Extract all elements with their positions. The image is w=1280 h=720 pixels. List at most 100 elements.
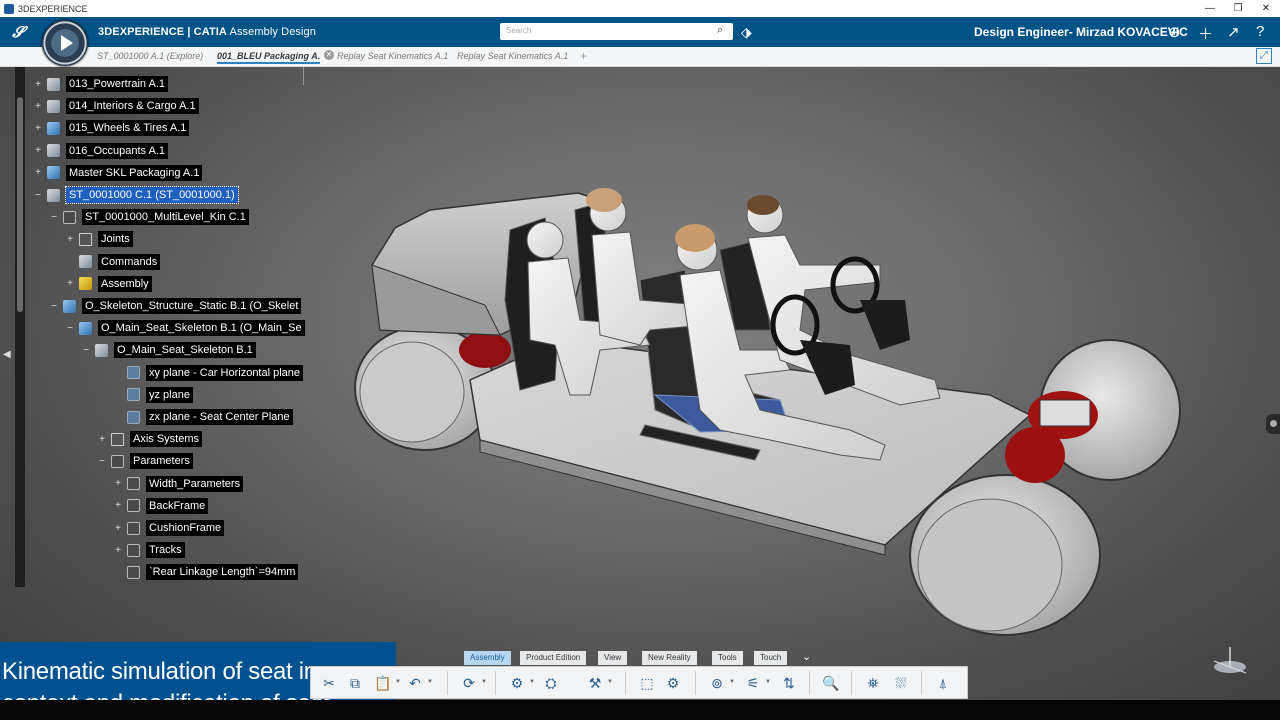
tree-node[interactable]: +014_Interiors & Cargo A.1	[32, 97, 199, 115]
view-compass-icon[interactable]	[1210, 645, 1250, 675]
section-tab-view[interactable]: View	[598, 651, 628, 665]
tree-node[interactable]: − ST_0001000 C.1 (ST_0001000.1)	[32, 186, 239, 204]
expand-node-icon[interactable]: +	[32, 79, 44, 90]
explode-icon[interactable]: ⍋	[933, 673, 953, 693]
collapse-node-icon[interactable]: −	[48, 212, 60, 223]
dropdown-caret-icon[interactable]: ▼	[481, 679, 487, 685]
close-tab-icon[interactable]: ✕	[324, 50, 334, 60]
tag-icon[interactable]: ⬗	[741, 24, 752, 41]
tree-node-label[interactable]: O_Main_Seat_Skeleton B.1	[114, 342, 256, 359]
constraint-icon[interactable]: ⚒ ▼	[585, 673, 613, 693]
collapse-node-icon[interactable]: −	[96, 456, 108, 467]
section-tab-assembly[interactable]: Assembly	[464, 651, 511, 665]
user-icon[interactable]: ⊕	[1168, 23, 1181, 41]
tree-node[interactable]: + Assembly	[64, 275, 152, 293]
section-icon[interactable]: ⛆	[891, 673, 911, 693]
mechanism-icon[interactable]: ⬚	[637, 673, 657, 693]
compass-tool-icon[interactable]: ⇅	[779, 673, 799, 693]
tree-node-label[interactable]: 015_Wheels & Tires A.1	[66, 120, 190, 137]
collapse-node-icon[interactable]: −	[80, 345, 92, 356]
tree-node-label[interactable]: zx plane - Seat Center Plane	[146, 409, 293, 425]
tree-node[interactable]: − O_Main_Seat_Skeleton B.1 (O_Main_Se	[64, 319, 305, 337]
dropdown-caret-icon[interactable]: ▼	[529, 679, 535, 685]
tree-node[interactable]: + CushionFrame	[112, 519, 225, 537]
tree-node-label[interactable]: `Rear Linkage Length`=94mm	[146, 564, 299, 581]
add-icon[interactable]: ＋	[1198, 23, 1213, 44]
tree-node[interactable]: + BackFrame	[112, 497, 209, 515]
tree-node-label[interactable]: ST_0001000 C.1 (ST_0001000.1)	[65, 186, 239, 204]
undo-icon[interactable]: ↶ ▼	[405, 673, 433, 693]
update-icon[interactable]: ⟳ ▼	[459, 673, 487, 693]
tree-node-label[interactable]: Commands	[98, 253, 161, 270]
collapse-node-icon[interactable]: −	[32, 190, 44, 201]
expand-node-icon[interactable]: +	[32, 123, 44, 134]
expand-node-icon[interactable]: +	[32, 101, 44, 112]
tree-node[interactable]: + Master SKL Packaging A.1	[32, 164, 203, 182]
minimize-button[interactable]: —	[1196, 3, 1224, 14]
restore-button[interactable]: ❐	[1224, 3, 1252, 14]
dropdown-caret-icon[interactable]: ▼	[427, 679, 433, 685]
tree-node-label[interactable]: 014_Interiors & Cargo A.1	[66, 98, 199, 115]
expand-node-icon[interactable]: +	[32, 145, 44, 156]
tree-node[interactable]: − O_Main_Seat_Skeleton B.1	[80, 341, 256, 359]
section-tab-touch[interactable]: Touch	[754, 651, 788, 665]
tree-node[interactable]: `Rear Linkage Length`=94mm	[112, 563, 299, 581]
copy-icon[interactable]: ⧉	[345, 673, 365, 693]
3d-viewport[interactable]: ◀ +013_Powertrain A.1 +014_Interiors & Ca…	[0, 67, 1280, 700]
tree-node[interactable]: + Tracks	[112, 541, 185, 559]
tree-node[interactable]: yz plane	[112, 386, 193, 404]
expand-node-icon[interactable]: +	[32, 167, 44, 178]
user-name[interactable]: Design Engineer- Mirzad KOVACEVIC	[974, 25, 1188, 39]
tree-node-label[interactable]: yz plane	[146, 386, 193, 403]
tree-node-label[interactable]: ST_0001000_MultiLevel_Kin C.1	[82, 209, 249, 226]
collapse-node-icon[interactable]: −	[64, 323, 76, 334]
engineering-connection-icon[interactable]: ⛭	[541, 673, 561, 693]
side-panel-handle[interactable]	[1266, 414, 1280, 434]
tree-node[interactable]: − Parameters	[96, 452, 193, 470]
tab-replay-2[interactable]: Replay Seat Kinematics A.1	[457, 51, 568, 61]
tree-node[interactable]: +015_Wheels & Tires A.1	[32, 119, 190, 137]
tree-node-label[interactable]: 016_Occupants A.1	[66, 142, 169, 159]
tree-node[interactable]: + Axis Systems	[96, 430, 203, 448]
tree-node-label[interactable]: Assembly	[98, 275, 152, 292]
tree-node-label[interactable]: Width_Parameters	[146, 475, 244, 492]
share-icon[interactable]: ↗	[1227, 23, 1240, 41]
tree-node[interactable]: − ST_0001000_MultiLevel_Kin C.1	[48, 208, 249, 226]
tree-node[interactable]: zx plane - Seat Center Plane	[112, 408, 293, 426]
tree-node-label[interactable]: 013_Powertrain A.1	[66, 76, 169, 92]
paste-icon[interactable]: 📋 ▼	[373, 673, 401, 693]
maximize-viewer-icon[interactable]: ⤢	[1256, 48, 1272, 64]
search-icon[interactable]: ⌕	[717, 25, 728, 36]
measure-icon[interactable]: ⛯	[863, 673, 883, 693]
snap-icon[interactable]: ⊚ ▼	[707, 673, 735, 693]
more-sections-icon[interactable]: ⌄	[802, 651, 811, 663]
tab-replay-1[interactable]: Replay Seat Kinematics A.1	[337, 51, 448, 61]
tree-node[interactable]: +013_Powertrain A.1	[32, 75, 169, 93]
ds-logo-icon[interactable]: 𝓢	[0, 24, 36, 41]
kinematics-icon[interactable]: ⚙	[663, 673, 683, 693]
tree-node-label[interactable]: CushionFrame	[146, 520, 225, 536]
tree-node-label[interactable]: Axis Systems	[130, 431, 203, 448]
tree-node-label[interactable]: Master SKL Packaging A.1	[66, 164, 203, 181]
section-tab-product-edition[interactable]: Product Edition	[520, 651, 587, 665]
tree-node[interactable]: + Joints	[64, 230, 133, 248]
dropdown-caret-icon[interactable]: ▼	[607, 679, 613, 685]
expand-node-icon[interactable]: +	[112, 523, 124, 534]
compass-play-button[interactable]	[42, 20, 88, 66]
tree-node[interactable]: +016_Occupants A.1	[32, 142, 169, 160]
tree-node-label[interactable]: Tracks	[146, 542, 185, 559]
dropdown-caret-icon[interactable]: ▼	[765, 679, 771, 685]
tree-node-label[interactable]: Joints	[98, 231, 133, 248]
insert-component-icon[interactable]: ⚙ ▼	[507, 673, 535, 693]
tree-node[interactable]: − O_Skeleton_Structure_Static B.1 (O_Skel…	[48, 297, 302, 315]
section-tab-tools[interactable]: Tools	[712, 651, 743, 665]
tree-node[interactable]: Commands	[64, 253, 161, 271]
tree-node[interactable]: xy plane - Car Horizontal plane	[112, 364, 304, 382]
search-input[interactable]: Search ⌕	[500, 23, 733, 40]
dropdown-caret-icon[interactable]: ▼	[395, 679, 401, 685]
tree-node-label[interactable]: Parameters	[130, 453, 193, 470]
add-tab-icon[interactable]: +	[580, 49, 587, 63]
tree-node-label[interactable]: xy plane - Car Horizontal plane	[146, 364, 304, 381]
expand-node-icon[interactable]: +	[112, 478, 124, 489]
help-icon[interactable]: ?	[1256, 23, 1264, 40]
